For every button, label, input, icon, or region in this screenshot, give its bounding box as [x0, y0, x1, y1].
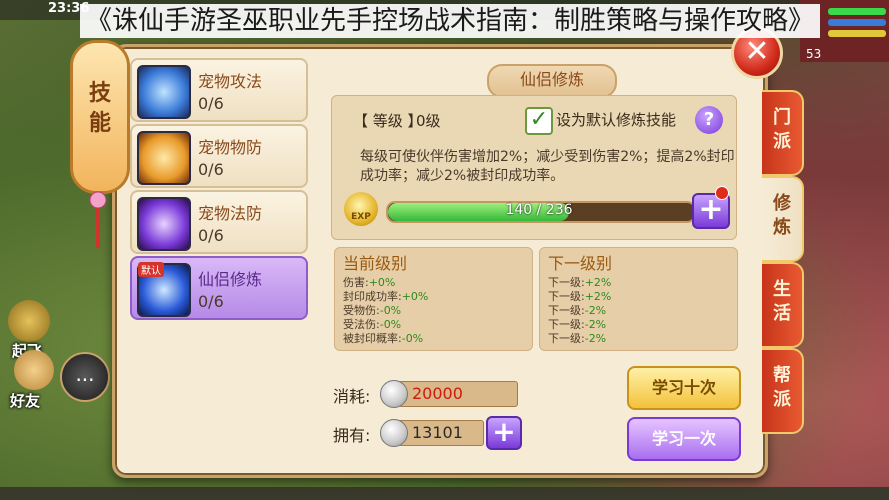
tab-guild[interactable]: 帮 派	[762, 348, 804, 434]
help-icon[interactable]: ?	[695, 106, 723, 134]
chat-bubble-icon: ...	[75, 362, 95, 386]
tab-life[interactable]: 生 活	[762, 262, 804, 348]
tab-sect[interactable]: 门 派	[762, 90, 804, 176]
next-stat-row: 下一级:-2%	[548, 332, 607, 345]
learn-once-button[interactable]: 学习一次	[627, 417, 741, 461]
current-level-box: 当前级别 伤害:+0% 封印成功率:+0% 受物伤:-0% 受法伤:-0% 被封…	[334, 247, 533, 351]
skill-item-pet-physical-defense[interactable]: 宠物物防 0/6	[130, 124, 308, 188]
skill-tag-char: 能	[88, 111, 111, 136]
player-level: 53	[806, 47, 822, 61]
pet-physical-defense-icon	[137, 131, 191, 185]
anger-bar	[828, 30, 886, 37]
add-silver-button[interactable]: +	[486, 416, 522, 450]
tab-char: 修	[773, 193, 791, 214]
skill-name: 宠物物防	[198, 138, 263, 157]
friend-avatar[interactable]	[14, 350, 54, 390]
cost-label: 消耗:	[333, 387, 371, 406]
skill-count: 0/6	[198, 160, 224, 179]
skill-name: 宠物攻法	[198, 72, 263, 91]
skill-name: 仙侣修炼	[198, 270, 263, 289]
tab-char: 帮	[773, 365, 791, 386]
skill-count: 0/6	[198, 94, 224, 113]
current-level-title: 当前级别	[343, 254, 408, 273]
article-title-overlay: 《诛仙手游圣巫职业先手控场战术指南：制胜策略与操作攻略》	[80, 4, 821, 38]
notification-dot	[715, 186, 729, 200]
exp-progress-text: 140 / 236	[505, 202, 573, 218]
tab-char: 生	[773, 279, 791, 300]
tab-char: 炼	[773, 217, 791, 238]
tab-char: 门	[773, 107, 791, 128]
silver-coin-icon	[380, 419, 408, 447]
skill-description: 每级可使伙伴伤害增加2%；减少受到伤害2%；提高2%封印成功率；减少2%被封印成…	[360, 149, 735, 184]
cost-value: 20000	[412, 384, 463, 403]
tassel-ornament	[89, 191, 107, 248]
tab-char: 派	[773, 389, 791, 410]
default-badge: 默认	[138, 262, 164, 277]
friend-label: 好友	[10, 392, 41, 410]
skill-category-tag: 技 能	[70, 40, 130, 194]
owned-label: 拥有:	[333, 426, 371, 445]
fly-button[interactable]	[8, 300, 50, 342]
default-skill-checkbox[interactable]: ✓	[525, 107, 553, 135]
skill-item-pet-magic-defense[interactable]: 宠物法防 0/6	[130, 190, 308, 254]
next-level-title: 下一级别	[548, 254, 613, 273]
skill-tag-char: 技	[88, 81, 111, 106]
pet-magic-defense-icon	[137, 197, 191, 251]
mp-bar	[828, 19, 886, 26]
skill-count: 0/6	[198, 226, 224, 245]
hp-bar	[828, 8, 886, 15]
level-value: 0级	[416, 112, 441, 130]
tab-cultivation[interactable]: 修 炼	[762, 176, 804, 262]
level-label: 【 等级 】	[353, 112, 423, 130]
skill-count: 0/6	[198, 292, 224, 311]
next-level-box: 下一级别 下一级:+2% 下一级:+2% 下一级:-2% 下一级:-2% 下一级…	[539, 247, 738, 351]
tab-char: 活	[773, 303, 791, 324]
skill-name: 宠物法防	[198, 204, 263, 223]
exp-icon: EXP	[344, 192, 378, 226]
silver-coin-icon	[380, 380, 408, 408]
current-stat-row: 被封印概率:-0%	[343, 332, 424, 345]
learn-ten-button[interactable]: 学习十次	[627, 366, 741, 410]
chat-button[interactable]: ...	[60, 352, 110, 402]
skill-item-partner-cultivation[interactable]: 默认 仙侣修炼 0/6	[130, 256, 308, 320]
tab-char: 派	[773, 131, 791, 152]
owned-value: 13101	[412, 423, 463, 442]
default-skill-label: 设为默认修炼技能	[556, 111, 677, 129]
exp-strip	[0, 487, 889, 500]
skill-item-pet-attack[interactable]: 宠物攻法 0/6	[130, 58, 308, 122]
section-title: 仙侣修炼	[487, 64, 617, 98]
pet-attack-icon	[137, 65, 191, 119]
